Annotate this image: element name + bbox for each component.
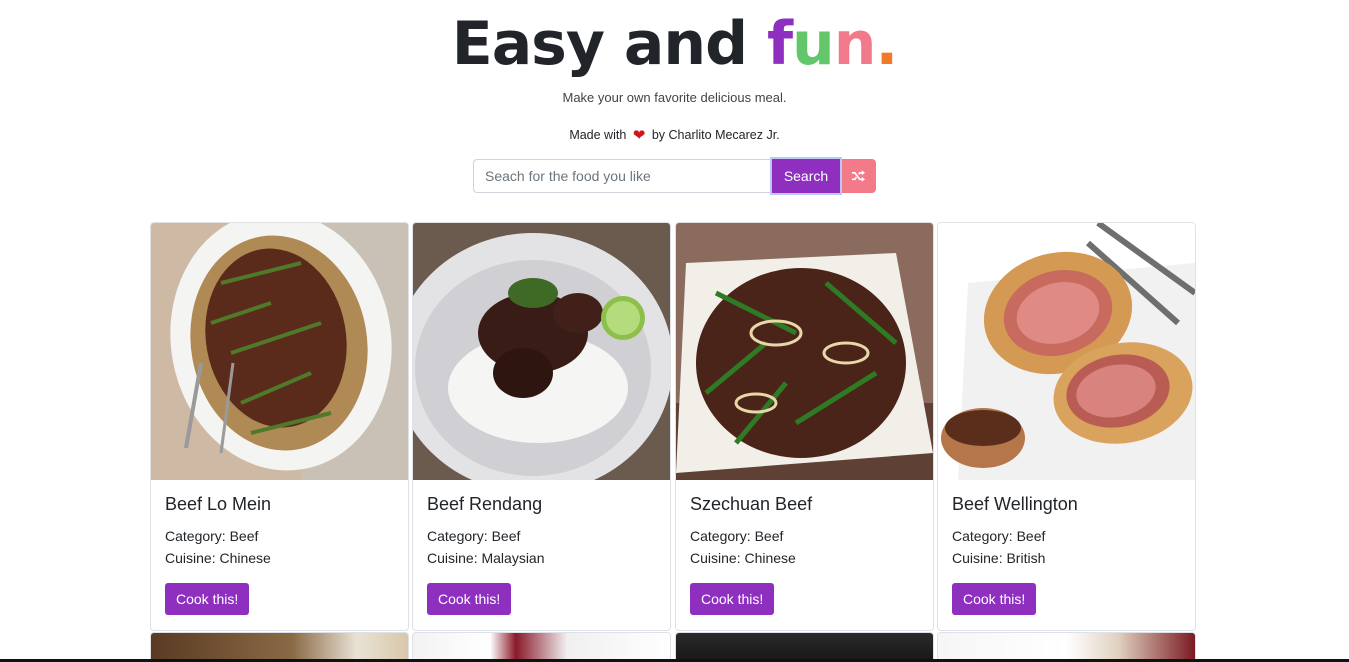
meal-category: Category: Beef (427, 528, 521, 544)
meal-card-partial (150, 632, 409, 662)
title-dot: . (875, 9, 898, 79)
meal-card-partial (412, 632, 671, 662)
shuffle-icon (851, 170, 865, 182)
title-letter-u: u (792, 9, 835, 79)
meal-cuisine: Cuisine: Chinese (690, 550, 796, 566)
meal-card: Beef Lo Mein Category: Beef Cuisine: Chi… (150, 222, 409, 631)
meal-title: Beef Wellington (952, 494, 1078, 514)
meal-card-partial (937, 632, 1196, 662)
page-title: Easy and fun. (0, 8, 1349, 80)
meal-category: Category: Beef (690, 528, 784, 544)
search-input[interactable] (473, 159, 772, 193)
meal-cuisine: Cuisine: Malaysian (427, 550, 545, 566)
credit-suffix: by Charlito Mecarez Jr. (651, 128, 780, 142)
meal-category: Category: Beef (165, 528, 259, 544)
cook-button[interactable]: Cook this! (690, 583, 775, 615)
title-letter-f: f (766, 9, 793, 79)
meal-category: Category: Beef (952, 528, 1046, 544)
meal-image-beef-rendang (413, 223, 670, 480)
meal-title: Beef Rendang (427, 494, 543, 514)
cook-button[interactable]: Cook this! (165, 583, 250, 615)
subtitle: Make your own favorite delicious meal. (562, 90, 787, 105)
meal-image-beef-lo-mein (151, 223, 408, 480)
meal-image-beef-wellington (938, 223, 1195, 480)
meal-title: Beef Lo Mein (165, 494, 272, 514)
cook-button[interactable]: Cook this! (952, 583, 1037, 615)
meal-card: Beef Wellington Category: Beef Cuisine: … (937, 222, 1196, 631)
meal-card: Szechuan Beef Category: Beef Cuisine: Ch… (675, 222, 934, 631)
meal-cuisine: Cuisine: British (952, 550, 1046, 566)
cook-button[interactable]: Cook this! (427, 583, 512, 615)
credit-line: Made with ❤ by Charlito Mecarez Jr. (0, 126, 1349, 144)
heart-icon: ❤ (632, 127, 646, 144)
random-meal-button[interactable] (840, 159, 876, 193)
search-button[interactable]: Search (772, 159, 840, 193)
meal-card: Beef Rendang Category: Beef Cuisine: Mal… (412, 222, 671, 631)
meal-card-partial (675, 632, 934, 662)
meal-image-szechuan-beef (676, 223, 933, 480)
credit-prefix: Made with (569, 128, 627, 142)
meal-cuisine: Cuisine: Chinese (165, 550, 271, 566)
meal-title: Szechuan Beef (690, 494, 813, 514)
title-text: Easy and (451, 9, 767, 79)
title-letter-n: n (833, 9, 877, 79)
search-group: Search (473, 159, 876, 193)
